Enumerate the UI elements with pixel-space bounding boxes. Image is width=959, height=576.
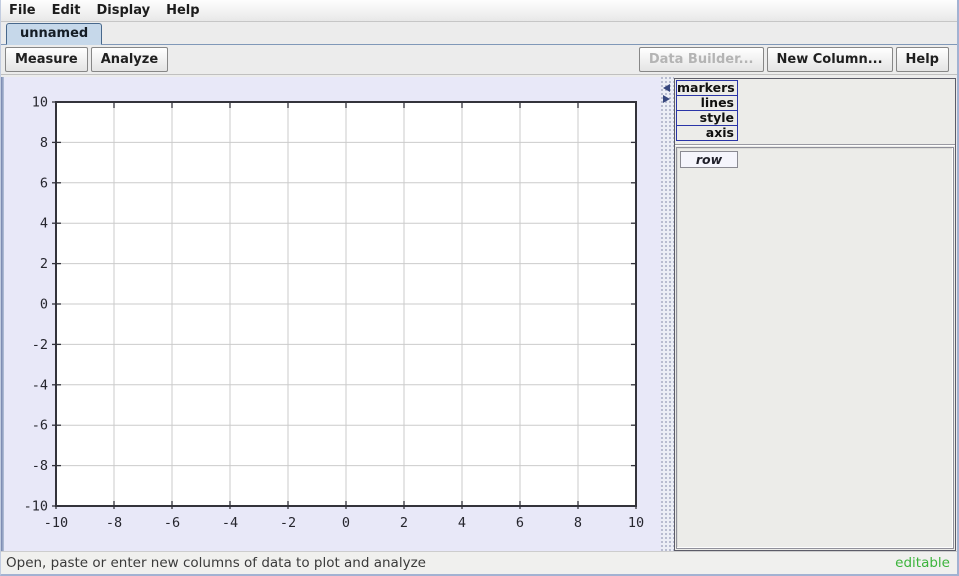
header-cell-markers[interactable]: markers [676, 80, 738, 96]
svg-text:2: 2 [400, 515, 408, 531]
tab-bar: unnamed [1, 22, 957, 45]
svg-text:4: 4 [458, 515, 466, 531]
status-bar: Open, paste or enter new columns of data… [1, 551, 957, 574]
svg-text:0: 0 [40, 297, 48, 313]
menu-bar: FileEditDisplayHelp [1, 0, 957, 22]
svg-text:8: 8 [574, 515, 582, 531]
header-cell-lines[interactable]: lines [676, 95, 738, 111]
tab-unnamed[interactable]: unnamed [6, 23, 102, 45]
svg-text:10: 10 [628, 515, 644, 531]
toolbar-right-group: Data Builder...New Column...Help [639, 47, 949, 72]
toolbar: MeasureAnalyze Data Builder...New Column… [1, 45, 957, 75]
menu-display[interactable]: Display [88, 0, 158, 21]
data-builder-button: Data Builder... [639, 47, 764, 72]
svg-text:-4: -4 [222, 515, 238, 531]
analyze-button[interactable]: Analyze [91, 47, 168, 72]
data-table-panel: markerslinesstyleaxis row [674, 78, 956, 551]
svg-text:-2: -2 [280, 515, 296, 531]
svg-text:6: 6 [40, 175, 48, 191]
svg-text:6: 6 [516, 515, 524, 531]
svg-text:-4: -4 [32, 377, 48, 393]
header-cell-style[interactable]: style [676, 110, 738, 126]
plot-canvas[interactable]: -10 -8 -6 -4 -2 0 2 4 6 8 10 -10 -8 -6 -4 -2 0 2 4 6 8 10 [1, 77, 661, 551]
menu-edit[interactable]: Edit [44, 0, 89, 21]
status-message: Open, paste or enter new columns of data… [6, 555, 426, 571]
svg-text:4: 4 [40, 216, 48, 232]
svg-text:-6: -6 [164, 515, 180, 531]
panel-left-edge [1, 77, 4, 551]
content-area: -10 -8 -6 -4 -2 0 2 4 6 8 10 -10 -8 -6 -4 -2 0 2 4 6 8 10 mar… [1, 77, 957, 551]
svg-text:-10: -10 [24, 499, 48, 515]
svg-text:-10: -10 [44, 515, 68, 531]
app-window: FileEditDisplayHelp unnamed MeasureAnaly… [0, 0, 959, 576]
header-cell-axis[interactable]: axis [676, 125, 738, 141]
row-corner-cell[interactable]: row [680, 151, 738, 168]
svg-text:8: 8 [40, 135, 48, 151]
svg-text:-2: -2 [32, 337, 48, 353]
collapse-left-icon[interactable] [663, 84, 670, 92]
collapse-right-icon[interactable] [663, 95, 670, 103]
svg-text:0: 0 [342, 515, 350, 531]
new-column-button[interactable]: New Column... [767, 47, 893, 72]
svg-text:10: 10 [32, 95, 48, 111]
editable-badge: editable [895, 555, 952, 571]
menu-file[interactable]: File [1, 0, 44, 21]
table-header-zone: markerslinesstyleaxis [675, 79, 955, 145]
measure-button[interactable]: Measure [5, 47, 88, 72]
help-button[interactable]: Help [896, 47, 949, 72]
svg-text:-6: -6 [32, 418, 48, 434]
menu-help[interactable]: Help [158, 0, 207, 21]
table-body[interactable]: row [676, 147, 954, 549]
splitter-handle[interactable] [661, 77, 674, 551]
svg-text:-8: -8 [106, 515, 122, 531]
toolbar-left-group: MeasureAnalyze [5, 47, 171, 72]
svg-text:-8: -8 [32, 458, 48, 474]
plot-panel: -10 -8 -6 -4 -2 0 2 4 6 8 10 -10 -8 -6 -4 -2 0 2 4 6 8 10 [1, 77, 661, 551]
svg-text:2: 2 [40, 256, 48, 272]
